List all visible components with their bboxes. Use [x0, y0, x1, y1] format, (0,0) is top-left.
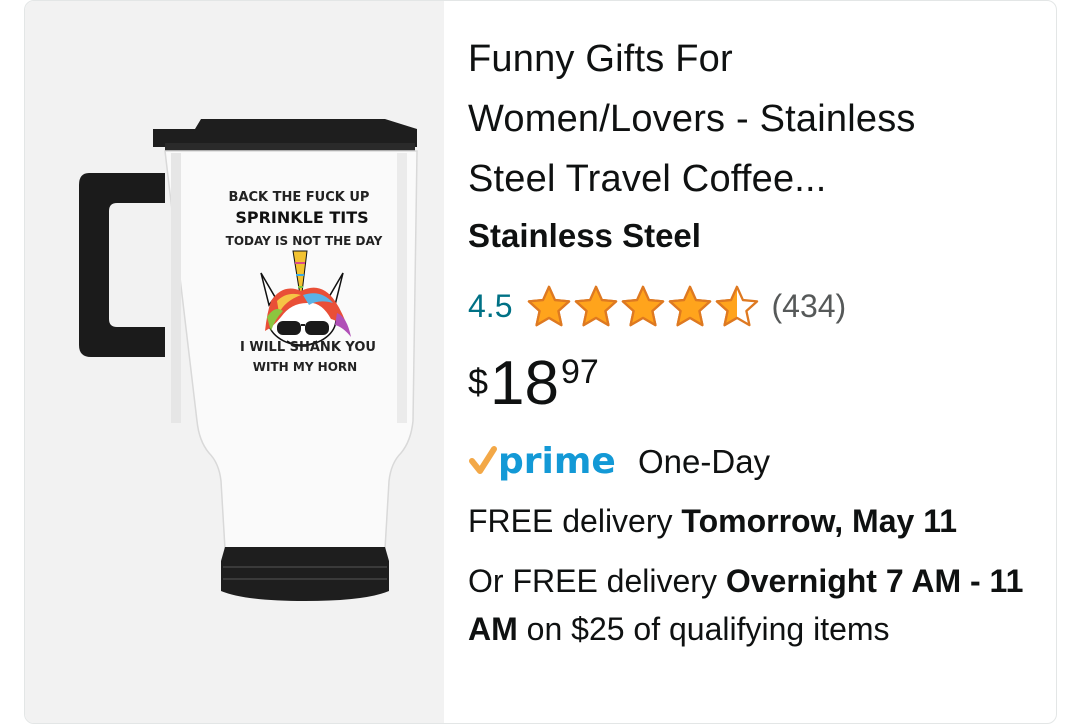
product-title-line: Steel Travel Coffee...	[468, 158, 827, 200]
review-count[interactable]: (434)	[771, 288, 846, 325]
price: $ 18 97	[468, 347, 599, 421]
price-whole: 18	[490, 349, 559, 418]
prime-badge: prime One-Day	[468, 437, 770, 487]
price-fraction: 97	[561, 353, 599, 391]
price-currency: $	[468, 361, 489, 402]
product-title[interactable]: Funny Gifts For Women/Lovers - Stainless…	[468, 29, 1028, 209]
product-title-line: Funny Gifts For	[468, 38, 733, 80]
star-icon	[716, 285, 759, 327]
star-icon	[575, 285, 618, 327]
prime-logo-icon: prime	[469, 441, 616, 482]
mug-text-line5: WITH MY HORN	[253, 360, 357, 374]
product-material: Stainless Steel	[468, 217, 701, 254]
product-title-line: Women/Lovers - Stainless	[468, 98, 916, 140]
delivery-info: FREE delivery Tomorrow, May 11	[468, 497, 1038, 545]
prime-speed: One-Day	[638, 443, 771, 480]
travel-mug-image: BACK THE FUCK UP SPRINKLE TITS TODAY IS …	[79, 119, 418, 601]
star-icon	[528, 285, 571, 327]
alt-delivery-suffix: on $25 of qualifying items	[517, 611, 890, 647]
product-card[interactable]: BACK THE FUCK UP SPRINKLE TITS TODAY IS …	[24, 0, 1057, 724]
mug-text-line2: SPRINKLE TITS	[235, 208, 368, 227]
delivery-date: Tomorrow, May 11	[681, 503, 958, 539]
product-image[interactable]: BACK THE FUCK UP SPRINKLE TITS TODAY IS …	[25, 1, 444, 723]
mug-text-line3: TODAY IS NOT THE DAY	[226, 234, 383, 248]
star-rating	[526, 284, 761, 328]
rating-value: 4.5	[468, 287, 513, 324]
alt-delivery-prefix: Or FREE delivery	[468, 563, 726, 599]
alt-delivery-info: Or FREE delivery Overnight 7 AM - 11 AM …	[468, 557, 1038, 653]
star-icon	[622, 285, 665, 327]
mug-text-line4: I WILL SHANK YOU	[240, 340, 376, 355]
prime-label: prime	[498, 441, 616, 482]
star-icon	[669, 285, 712, 327]
rating-row[interactable]: 4.5 (434)	[468, 281, 846, 331]
delivery-prefix: FREE delivery	[468, 503, 682, 539]
mug-text-line1: BACK THE FUCK UP	[229, 190, 370, 205]
